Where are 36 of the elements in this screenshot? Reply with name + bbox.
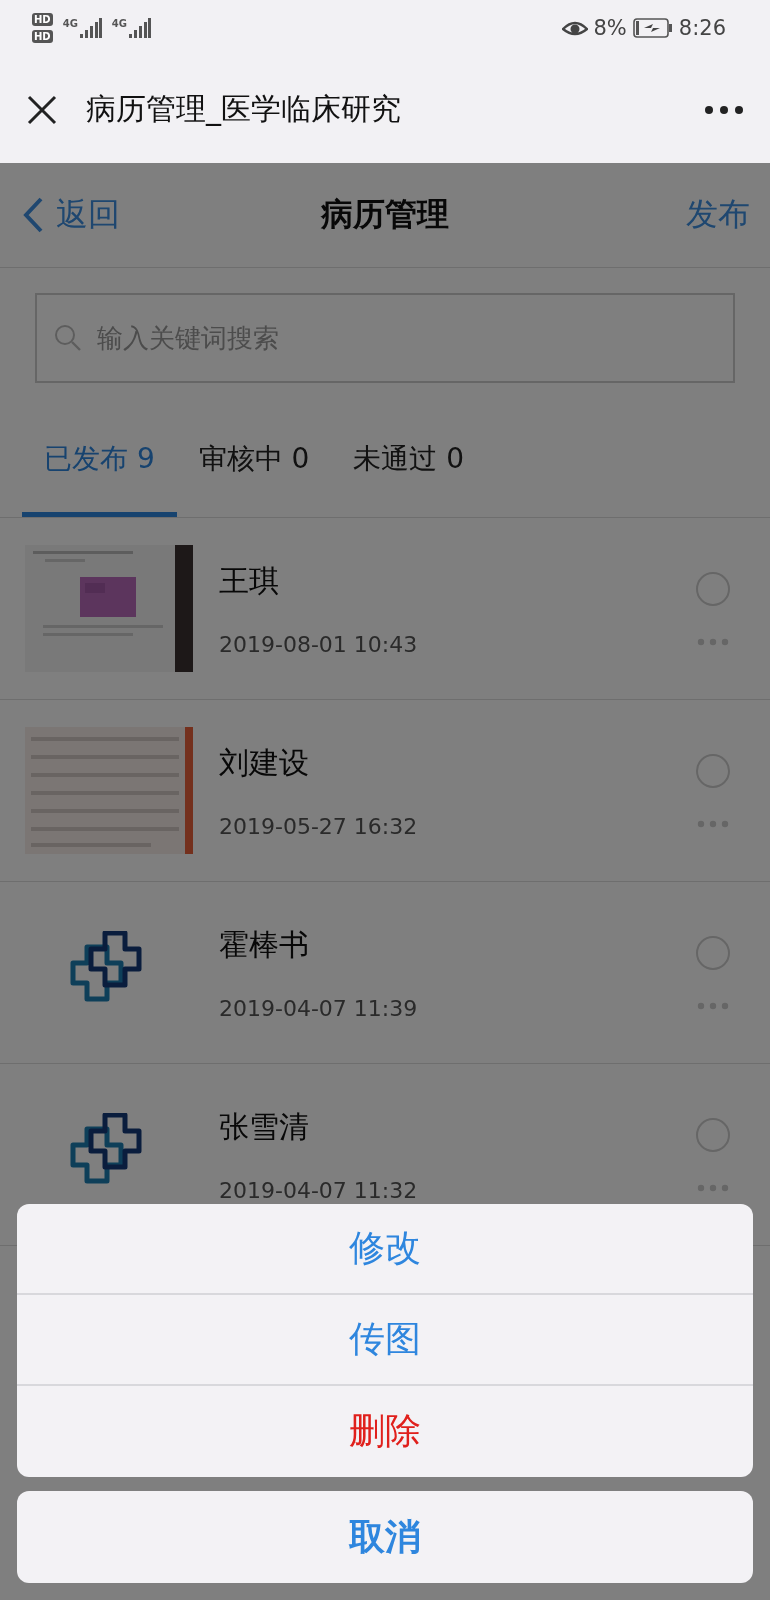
sim-badge: HD: [32, 30, 53, 43]
action-item[interactable]: 修改: [17, 1204, 753, 1295]
select-radio[interactable]: [696, 1117, 730, 1152]
eye-icon: [561, 19, 588, 37]
action-item[interactable]: 删除: [17, 1386, 753, 1477]
close-icon[interactable]: [26, 93, 58, 126]
tab[interactable]: 已发布 9: [22, 420, 177, 517]
more-icon[interactable]: [704, 104, 744, 115]
tab[interactable]: 未通过 0: [331, 420, 487, 517]
record-date: 2019-05-27 16:32: [219, 813, 419, 839]
record-date: 2019-04-07 11:32: [219, 1177, 419, 1203]
tab[interactable]: 审核中 0: [176, 420, 332, 517]
select-radio[interactable]: [696, 753, 730, 788]
sim-badge: HD: [32, 13, 53, 26]
record-date: 2019-04-07 11:39: [219, 995, 419, 1021]
cancel-button[interactable]: 取消: [17, 1491, 753, 1583]
record-date: 2019-08-01 10:43: [219, 631, 419, 657]
network-type: 4G: [111, 18, 127, 29]
window-title: 病历管理_医学临床研究: [86, 90, 402, 128]
select-radio[interactable]: [696, 935, 730, 970]
action-item[interactable]: 传图: [17, 1295, 753, 1386]
page-title: 病历管理: [321, 194, 449, 235]
patient-name: 张雪清: [219, 1107, 310, 1146]
signal-icon: [79, 18, 102, 38]
publish-button[interactable]: 发布: [686, 193, 750, 237]
battery-percent: 8%: [593, 16, 627, 40]
patient-name: 霍棒书: [219, 925, 310, 964]
search-icon: [53, 323, 83, 353]
patient-name: 王琪: [219, 561, 280, 600]
patient-name: 刘建设: [219, 743, 310, 782]
back-button[interactable]: 返回: [22, 193, 120, 237]
clock-time: 8:26: [678, 16, 726, 40]
select-radio[interactable]: [696, 571, 730, 606]
back-icon: [22, 196, 44, 234]
signal-icon: [129, 18, 151, 38]
network-type: 4G: [62, 18, 78, 29]
